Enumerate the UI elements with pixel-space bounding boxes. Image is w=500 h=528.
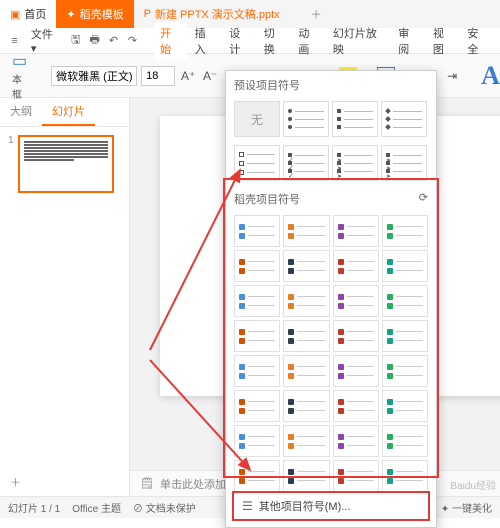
watermark: Baidu经验 [450, 477, 496, 492]
print-icon[interactable]: 🖶 [86, 32, 103, 50]
docker-bullet-option[interactable] [382, 320, 428, 352]
other-bullets-button[interactable]: ☰ 其他项目符号(M)... [232, 491, 430, 521]
app-menu-icon[interactable]: ≡ [6, 32, 23, 50]
undo-icon[interactable]: ↶ [105, 32, 122, 50]
shrink-font-icon[interactable]: A⁻ [201, 67, 219, 85]
textbox-icon: ▭ [12, 51, 27, 71]
docker-bullet-option[interactable] [333, 285, 379, 317]
docker-bullet-option[interactable] [333, 390, 379, 422]
docker-bullet-option[interactable] [382, 390, 428, 422]
docker-bullet-option[interactable] [283, 460, 329, 491]
docker-bullet-option[interactable] [333, 215, 379, 247]
menu-start[interactable]: 开始 [154, 22, 187, 60]
menu-review[interactable]: 审阅 [392, 22, 425, 60]
preset-arrow[interactable] [332, 145, 378, 181]
add-slide-button[interactable]: ＋ [0, 468, 129, 496]
docker-bullet-option[interactable] [234, 215, 280, 247]
text-style-a1[interactable]: A [481, 61, 500, 91]
menu-design[interactable]: 设计 [223, 22, 256, 60]
slide-thumbnail[interactable] [18, 135, 114, 193]
docker-bullet-option[interactable] [283, 425, 329, 457]
sidebar: 大纲 幻灯片 1 ＋ [0, 98, 130, 496]
preset-diamond[interactable] [381, 101, 427, 137]
preset-box[interactable] [234, 145, 280, 181]
docker-bullet-option[interactable] [382, 215, 428, 247]
docker-bullet-option[interactable] [283, 390, 329, 422]
preset-disc[interactable] [283, 101, 329, 137]
docker-bullet-option[interactable] [382, 355, 428, 387]
docker-title-row: 稻壳项目符号 ⟳ [226, 185, 436, 211]
status-protect: ⊘ 文档未保护 [133, 500, 196, 515]
menu-insert[interactable]: 插入 [189, 22, 222, 60]
docker-bullet-option[interactable] [283, 285, 329, 317]
docker-bullet-option[interactable] [283, 250, 329, 282]
docker-bullet-option[interactable] [283, 215, 329, 247]
docker-bullet-option[interactable] [234, 390, 280, 422]
docker-bullet-option[interactable] [234, 250, 280, 282]
docker-bullet-option[interactable] [234, 460, 280, 491]
tab-add[interactable]: ＋ [304, 6, 328, 22]
menu-security[interactable]: 安全 [461, 22, 494, 60]
preset-title: 预设项目符号 [226, 71, 436, 97]
save-icon[interactable]: 🖫 [67, 32, 84, 50]
docker-bullet-option[interactable] [234, 355, 280, 387]
menu-slideshow[interactable]: 幻灯片放映 [327, 22, 390, 60]
bullets-dropdown: 预设项目符号 无 稻壳项目符号 ⟳ ☰ 其他项目符号(M)... [225, 70, 437, 528]
side-tab-outline[interactable]: 大纲 [0, 98, 42, 126]
close-icon[interactable]: × [288, 8, 294, 20]
docker-bullet-option[interactable] [283, 320, 329, 352]
grow-font-icon[interactable]: A⁺ [179, 67, 197, 85]
thumb-number: 1 [8, 135, 14, 193]
docker-bullet-option[interactable] [382, 425, 428, 457]
preset-tri[interactable] [381, 145, 427, 181]
docker-bullet-option[interactable] [234, 425, 280, 457]
docker-bullet-option[interactable] [333, 425, 379, 457]
menubar: ≡ 文件 ▾ 🖫 🖶 ↶ ↷ 开始 插入 设计 切换 动画 幻灯片放映 审阅 视… [0, 28, 500, 54]
textbox-button[interactable]: ▭ 本框 [8, 51, 31, 101]
notes-icon: 🗒 [140, 477, 154, 490]
beautify-button[interactable]: ✦ 一键美化 [441, 500, 492, 515]
size-select[interactable] [141, 66, 175, 86]
font-select[interactable] [51, 66, 137, 86]
side-tab-slides[interactable]: 幻灯片 [42, 98, 95, 126]
docker-bullet-option[interactable] [382, 460, 428, 491]
status-page: 幻灯片 1 / 1 [8, 500, 60, 515]
docker-bullet-option[interactable] [234, 285, 280, 317]
docker-title: 稻壳项目符号 [234, 191, 300, 207]
preset-none[interactable]: 无 [234, 101, 280, 137]
docker-bullet-option[interactable] [333, 320, 379, 352]
preset-check[interactable] [283, 145, 329, 181]
refresh-icon[interactable]: ⟳ [419, 191, 428, 207]
docker-bullet-option[interactable] [382, 250, 428, 282]
docker-bullet-option[interactable] [333, 460, 379, 491]
indent-inc-button[interactable]: ⇥ [443, 67, 461, 85]
menu-anim[interactable]: 动画 [292, 22, 325, 60]
docker-bullet-option[interactable] [382, 285, 428, 317]
redo-icon[interactable]: ↷ [124, 32, 141, 50]
docker-bullet-option[interactable] [333, 250, 379, 282]
menu-view[interactable]: 视图 [427, 22, 460, 60]
list-icon: ☰ [242, 499, 253, 513]
docker-grid [226, 211, 436, 491]
preset-square[interactable] [332, 101, 378, 137]
docker-bullet-option[interactable] [333, 355, 379, 387]
tab-template[interactable]: ✦稻壳模板 [56, 0, 133, 28]
docker-bullet-option[interactable] [283, 355, 329, 387]
menu-transition[interactable]: 切换 [258, 22, 291, 60]
docker-bullet-option[interactable] [234, 320, 280, 352]
status-theme: Office 主题 [72, 500, 121, 515]
